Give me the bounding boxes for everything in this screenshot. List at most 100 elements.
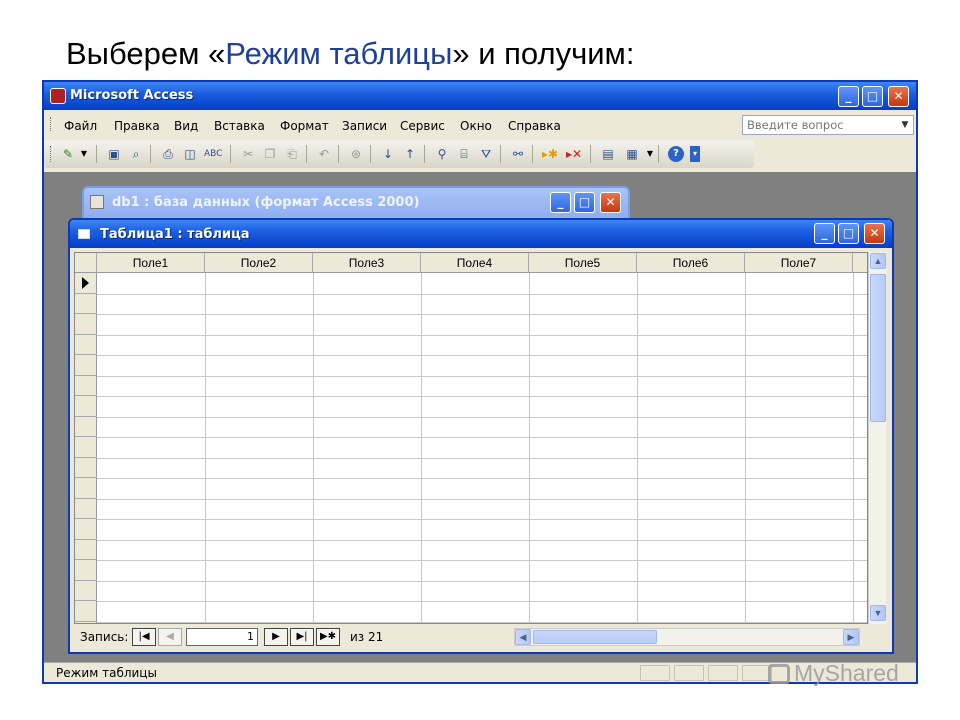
record-selector-column[interactable] (75, 273, 97, 623)
filter-by-selection-icon[interactable]: ⚲ (434, 146, 450, 162)
close-button[interactable]: ✕ (888, 86, 909, 107)
record-selector[interactable] (75, 601, 97, 622)
undo-icon[interactable]: ↶ (316, 146, 332, 162)
menu-format[interactable]: Формат (280, 119, 329, 133)
column-header[interactable]: Поле1 (97, 253, 205, 273)
record-selector[interactable] (75, 314, 97, 335)
help-placeholder: Введите вопрос (747, 118, 844, 132)
menu-edit[interactable]: Правка (114, 119, 160, 133)
column-header[interactable]: Поле4 (421, 253, 529, 273)
horizontal-scroll-thumb[interactable] (533, 630, 657, 644)
record-selector[interactable] (75, 499, 97, 519)
status-panel (708, 665, 738, 681)
search-file-icon[interactable]: ⌕ (128, 146, 144, 162)
menu-file[interactable]: Файл (64, 119, 97, 133)
record-selector[interactable] (75, 376, 97, 396)
record-selector[interactable] (75, 396, 97, 417)
column-header[interactable]: Поле3 (313, 253, 421, 273)
hyperlink-icon[interactable]: ⊛ (348, 146, 364, 162)
menu-window[interactable]: Окно (460, 119, 492, 133)
database-window-icon[interactable]: ▤ (600, 146, 616, 162)
sort-descending-icon[interactable]: ↑ (402, 146, 418, 162)
scroll-down-icon[interactable]: ▼ (870, 605, 886, 621)
maximize-button[interactable]: □ (862, 86, 883, 107)
table-icon (78, 229, 90, 239)
record-selector[interactable] (75, 273, 97, 294)
vertical-scrollbar[interactable]: ▲ ▼ (868, 252, 886, 624)
record-selector[interactable] (75, 478, 97, 499)
database-icon (90, 195, 104, 209)
print-icon[interactable]: ⎙ (160, 146, 176, 162)
current-record-input[interactable]: 1 (186, 628, 258, 646)
menu-tools[interactable]: Сервис (400, 119, 445, 133)
record-selector[interactable] (75, 622, 97, 624)
copy-icon[interactable]: ❐ (262, 146, 278, 162)
filter-by-form-icon[interactable]: ⌸ (456, 146, 472, 162)
print-preview-icon[interactable]: ◫ (182, 146, 198, 162)
help-question-input[interactable]: Введите вопрос ▼ (742, 115, 914, 135)
scroll-right-icon[interactable]: ▶ (843, 629, 859, 645)
record-selector[interactable] (75, 560, 97, 581)
help-icon[interactable]: ? (668, 146, 684, 162)
delete-record-icon[interactable]: ▸✕ (566, 146, 582, 162)
toolbar-grip[interactable] (50, 146, 53, 162)
chevron-down-icon[interactable]: ▼ (76, 146, 92, 162)
toolbar-options-icon[interactable]: ▾ (690, 146, 700, 162)
toolbar-separator (658, 145, 659, 163)
toolbar-separator (338, 145, 339, 163)
menu-help[interactable]: Справка (508, 119, 561, 133)
sort-ascending-icon[interactable]: ↓ (380, 146, 396, 162)
table-maximize-button[interactable]: □ (838, 223, 859, 244)
menu-insert[interactable]: Вставка (214, 119, 265, 133)
view-icon[interactable]: ✎ (60, 146, 76, 162)
record-selector[interactable] (75, 581, 97, 601)
save-icon[interactable]: ▣ (106, 146, 122, 162)
record-selector[interactable] (75, 437, 97, 458)
chevron-down-icon[interactable]: ▼ (897, 116, 913, 134)
new-object-icon[interactable]: ▦ (624, 146, 640, 162)
app-titlebar[interactable]: Microsoft Access _ □ ✕ (44, 82, 916, 110)
record-selector[interactable] (75, 458, 97, 478)
table-minimize-button[interactable]: _ (814, 223, 835, 244)
new-record-icon[interactable]: ▸✱ (542, 146, 558, 162)
next-record-button[interactable]: ▶ (264, 628, 288, 646)
menu-view[interactable]: Вид (174, 119, 198, 133)
cut-icon[interactable]: ✂ (240, 146, 256, 162)
record-selector[interactable] (75, 294, 97, 314)
previous-record-button[interactable]: ◀ (158, 628, 182, 646)
db-close-button[interactable]: ✕ (600, 192, 621, 213)
horizontal-scrollbar[interactable]: ◀ ▶ (514, 628, 860, 646)
record-selector[interactable] (75, 335, 97, 355)
paste-icon[interactable]: ⎗ (284, 146, 300, 162)
record-selector[interactable] (75, 540, 97, 560)
record-selector[interactable] (75, 519, 97, 540)
column-header[interactable]: Поле6 (637, 253, 745, 273)
new-record-button[interactable]: ▶✱ (316, 628, 340, 646)
menu-records[interactable]: Записи (342, 119, 387, 133)
last-record-button[interactable]: ▶| (290, 628, 314, 646)
select-all-corner[interactable] (75, 253, 97, 273)
grid-row-line (97, 580, 867, 582)
record-selector[interactable] (75, 355, 97, 376)
table-window-titlebar[interactable]: Таблица1 : таблица _ □ ✕ (70, 220, 892, 248)
db-minimize-button[interactable]: _ (550, 192, 571, 213)
menu-grip[interactable] (50, 117, 53, 131)
column-header[interactable]: Поле5 (529, 253, 637, 273)
first-record-button[interactable]: |◀ (132, 628, 156, 646)
vertical-scroll-thumb[interactable] (870, 274, 886, 422)
datasheet-grid[interactable]: Поле1 Поле2 Поле3 Поле4 Поле5 Поле6 Поле… (74, 252, 868, 624)
table-close-button[interactable]: ✕ (864, 223, 885, 244)
spelling-icon[interactable]: ABC (204, 146, 222, 162)
chevron-down-icon[interactable]: ▼ (642, 146, 658, 162)
column-header[interactable]: Поле7 (745, 253, 853, 273)
scroll-up-icon[interactable]: ▲ (870, 253, 886, 269)
record-selector[interactable] (75, 417, 97, 437)
toolbar-separator (306, 145, 307, 163)
db-maximize-button[interactable]: □ (574, 192, 595, 213)
apply-filter-icon[interactable]: ⛛ (478, 146, 494, 162)
minimize-button[interactable]: _ (838, 86, 859, 107)
find-icon[interactable]: ⚯ (510, 146, 526, 162)
column-header[interactable]: Поле2 (205, 253, 313, 273)
column-header-partial[interactable] (853, 253, 867, 273)
scroll-left-icon[interactable]: ◀ (515, 629, 531, 645)
